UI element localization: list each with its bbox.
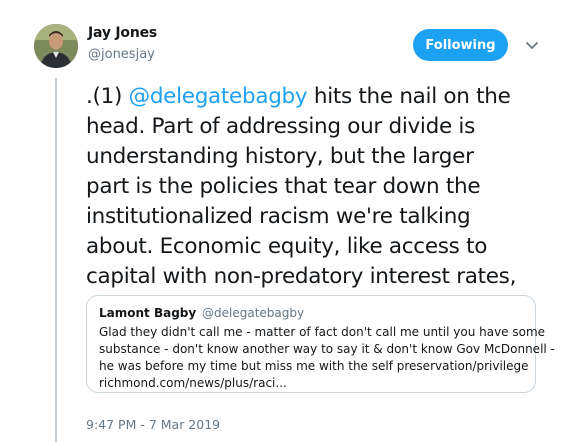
quoted-tweet-text: Glad they didn't call me - matter of fac… xyxy=(99,324,555,392)
mention-link[interactable]: @delegatebagby xyxy=(129,84,308,109)
tweet-line: head. Part of addressing our divide is xyxy=(86,114,475,139)
quoted-tweet-header: Lamont Bagby @delegatebagby xyxy=(99,305,523,321)
quoted-tweet-line: Glad they didn't call me - matter of fac… xyxy=(99,325,546,339)
tweet-timestamp[interactable]: 9:47 PM - 7 Mar 2019 xyxy=(86,417,220,432)
following-button[interactable]: Following xyxy=(413,29,508,61)
author-handle[interactable]: @jonesjay xyxy=(88,47,155,62)
avatar[interactable] xyxy=(34,24,78,68)
quoted-tweet-line: substance - don't know another way to sa… xyxy=(99,342,555,356)
chevron-down-icon xyxy=(526,42,538,49)
tweet-line: capital with non-predatory interest rate… xyxy=(86,264,517,289)
avatar-image xyxy=(34,24,78,68)
tweet-text: .(1) @delegatebagby hits the nail on the… xyxy=(86,82,556,292)
tweet-line: .(1) @delegatebagby hits the nail on the xyxy=(86,82,556,112)
tweet-line: about. Economic equity, like access to xyxy=(86,234,488,259)
tweet-line-suffix: hits the nail on the xyxy=(307,84,511,109)
thread-line xyxy=(55,78,57,442)
tweet-line: institutionalized racism we're talking xyxy=(86,204,471,229)
quoted-author-handle: @delegatebagby xyxy=(202,306,305,320)
tweet-line-prefix: .(1) xyxy=(86,84,129,109)
quoted-tweet-line: he was before my time but miss me with t… xyxy=(99,359,529,373)
quoted-tweet-card[interactable]: Lamont Bagby @delegatebagby Glad they di… xyxy=(86,295,555,393)
quoted-tweet-link: richmond.com/news/plus/raci... xyxy=(99,376,287,390)
tweet-line: understanding history, but the larger xyxy=(86,144,474,169)
more-menu-button[interactable] xyxy=(523,37,541,55)
quoted-author-name: Lamont Bagby xyxy=(99,306,197,320)
tweet-line: part is the policies that tear down the xyxy=(86,174,481,199)
author-display-name[interactable]: Jay Jones xyxy=(88,25,157,41)
